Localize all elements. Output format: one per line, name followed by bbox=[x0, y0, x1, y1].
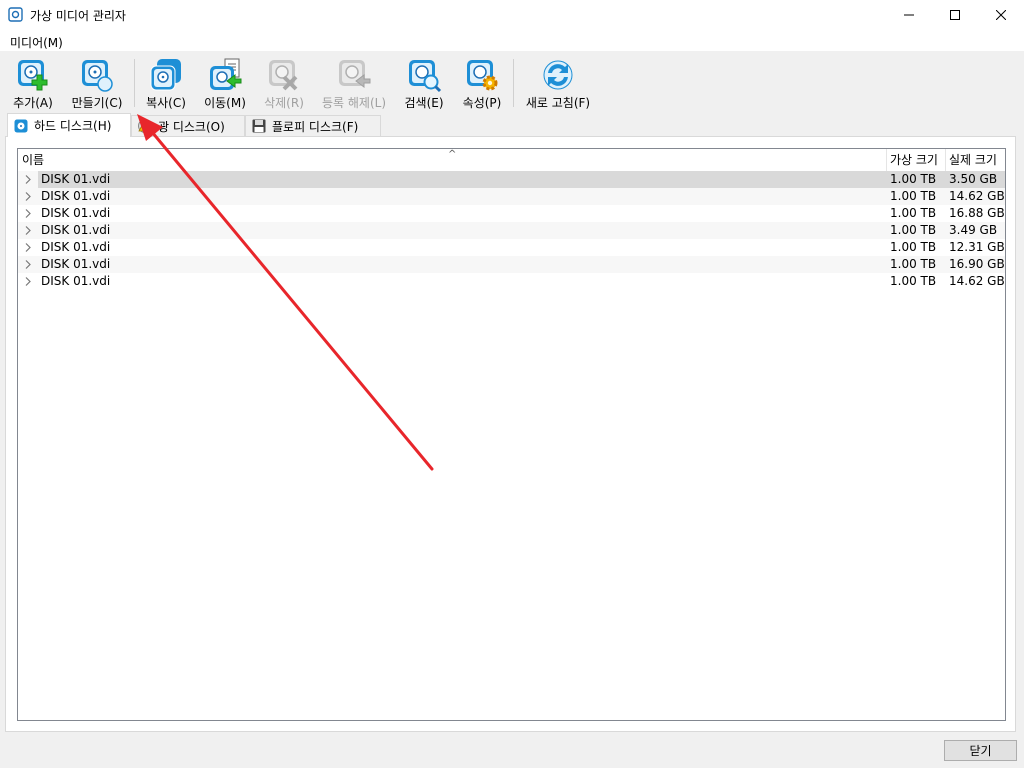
cell-name: DISK 01.vdi bbox=[41, 189, 111, 203]
release-button-label: 등록 해제(L) bbox=[321, 96, 387, 110]
cell-virtual-size: 1.00 TB bbox=[890, 223, 937, 237]
search-button-label: 검색(E) bbox=[404, 96, 444, 110]
toolbar-separator bbox=[134, 59, 135, 107]
cell-name: DISK 01.vdi bbox=[41, 240, 111, 254]
tab-strip: 하드 디스크(H) ! 광 디스크(O) 플로피 디스크(F) bbox=[0, 113, 1024, 137]
properties-button[interactable]: 속성(P) bbox=[458, 57, 506, 111]
disk-release-icon bbox=[339, 60, 371, 88]
properties-button-label: 속성(P) bbox=[462, 96, 502, 110]
create-button[interactable]: 만들기(C) bbox=[66, 57, 128, 111]
chevron-right-icon[interactable] bbox=[24, 225, 32, 236]
close-window-button[interactable] bbox=[978, 0, 1024, 30]
app-icon bbox=[8, 7, 23, 22]
move-button[interactable]: 이동(M) bbox=[200, 57, 250, 111]
cell-name: DISK 01.vdi bbox=[41, 206, 111, 220]
column-header-virtual-size[interactable]: 가상 크기 bbox=[886, 149, 945, 171]
table-row[interactable]: DISK 01.vdi 1.00 TB 3.49 GB bbox=[18, 222, 1005, 239]
disk-search-icon bbox=[409, 60, 442, 93]
chevron-right-icon[interactable] bbox=[24, 276, 32, 287]
move-button-label: 이동(M) bbox=[204, 96, 246, 110]
table-row[interactable]: DISK 01.vdi 1.00 TB 14.62 GB bbox=[18, 188, 1005, 205]
add-button-label: 추가(A) bbox=[13, 96, 53, 110]
optical-disk-icon: ! bbox=[138, 119, 152, 133]
cell-actual-size: 3.50 GB bbox=[945, 171, 1005, 188]
tab-optical-disk[interactable]: ! 광 디스크(O) bbox=[131, 115, 245, 136]
cell-virtual-size: 1.00 TB bbox=[890, 206, 937, 220]
table-row[interactable]: DISK 01.vdi 1.00 TB 14.62 GB bbox=[18, 273, 1005, 290]
hard-disk-icon bbox=[14, 119, 28, 132]
chevron-right-icon[interactable] bbox=[24, 191, 32, 202]
menu-media[interactable]: 미디어(M) bbox=[10, 34, 63, 51]
menu-bar: 미디어(M) bbox=[0, 30, 1024, 51]
media-tree-view[interactable]: 이름 ^ 가상 크기 실제 크기 DISK 01.vdi 1.00 TB 3.50 … bbox=[17, 148, 1006, 721]
cell-virtual-size: 1.00 TB bbox=[890, 189, 937, 203]
title-bar: 가상 미디어 관리자 bbox=[0, 0, 1024, 30]
cell-actual-size: 12.31 GB bbox=[949, 240, 1005, 254]
table-row[interactable]: DISK 01.vdi 1.00 TB 3.50 GB bbox=[18, 171, 1005, 188]
cell-actual-size: 3.49 GB bbox=[949, 223, 998, 237]
column-header-actual-size[interactable]: 실제 크기 bbox=[945, 149, 1005, 171]
cell-virtual-size: 1.00 TB bbox=[886, 171, 946, 188]
toolbar: 추가(A) 만들기(C) 복사(C) 이동(M) 삭제(R) 등록 해제(L) … bbox=[0, 51, 1024, 113]
refresh-button-label: 새로 고침(F) bbox=[525, 96, 591, 110]
table-row[interactable]: DISK 01.vdi 1.00 TB 16.88 GB bbox=[18, 205, 1005, 222]
close-icon bbox=[996, 10, 1006, 20]
maximize-button[interactable] bbox=[932, 0, 978, 30]
disk-move-icon bbox=[210, 58, 242, 90]
cell-actual-size: 16.88 GB bbox=[949, 206, 1005, 220]
close-button[interactable]: 닫기 bbox=[944, 740, 1017, 761]
chevron-right-icon[interactable] bbox=[24, 242, 32, 253]
sort-ascending-icon: ^ bbox=[448, 149, 457, 160]
svg-text:!: ! bbox=[144, 124, 147, 132]
remove-button-label: 삭제(R) bbox=[264, 96, 304, 110]
refresh-icon bbox=[543, 60, 573, 90]
toolbar-separator bbox=[513, 59, 514, 107]
cell-name: DISK 01.vdi bbox=[41, 223, 111, 237]
window-title: 가상 미디어 관리자 bbox=[30, 9, 126, 23]
cell-virtual-size: 1.00 TB bbox=[890, 240, 937, 254]
cell-name: DISK 01.vdi bbox=[38, 171, 888, 188]
tab-hard-disk-label: 하드 디스크(H) bbox=[34, 119, 112, 133]
chevron-right-icon[interactable] bbox=[24, 208, 32, 219]
release-button[interactable]: 등록 해제(L) bbox=[318, 57, 390, 111]
tab-optical-disk-label: 광 디스크(O) bbox=[158, 119, 225, 134]
tab-panel: 이름 ^ 가상 크기 실제 크기 DISK 01.vdi 1.00 TB 3.50 … bbox=[5, 136, 1016, 732]
cell-name: DISK 01.vdi bbox=[41, 257, 111, 271]
minimize-button[interactable] bbox=[886, 0, 932, 30]
tab-floppy-disk[interactable]: 플로피 디스크(F) bbox=[245, 115, 381, 136]
table-row[interactable]: DISK 01.vdi 1.00 TB 12.31 GB bbox=[18, 239, 1005, 256]
cell-actual-size: 14.62 GB bbox=[949, 274, 1005, 288]
copy-button-label: 복사(C) bbox=[146, 96, 186, 110]
cell-virtual-size: 1.00 TB bbox=[890, 257, 937, 271]
remove-button[interactable]: 삭제(R) bbox=[260, 57, 308, 111]
add-button[interactable]: 추가(A) bbox=[10, 57, 56, 111]
cell-actual-size: 16.90 GB bbox=[949, 257, 1005, 271]
table-header: 이름 ^ 가상 크기 실제 크기 bbox=[18, 149, 1005, 172]
copy-button[interactable]: 복사(C) bbox=[142, 57, 190, 111]
disk-properties-icon bbox=[467, 60, 498, 91]
chevron-right-icon[interactable] bbox=[24, 174, 32, 185]
maximize-icon bbox=[950, 10, 960, 20]
tab-hard-disk[interactable]: 하드 디스크(H) bbox=[7, 113, 131, 137]
refresh-button[interactable]: 새로 고침(F) bbox=[522, 57, 594, 111]
cell-virtual-size: 1.00 TB bbox=[890, 274, 937, 288]
minimize-icon bbox=[904, 14, 914, 16]
disk-add-icon bbox=[18, 60, 48, 91]
table-row[interactable]: DISK 01.vdi 1.00 TB 16.90 GB bbox=[18, 256, 1005, 273]
chevron-right-icon[interactable] bbox=[24, 259, 32, 270]
disk-remove-icon bbox=[269, 60, 298, 91]
disk-copy-icon bbox=[150, 59, 181, 91]
create-button-label: 만들기(C) bbox=[71, 96, 123, 110]
tab-floppy-disk-label: 플로피 디스크(F) bbox=[272, 119, 359, 134]
disk-create-icon bbox=[82, 60, 113, 92]
search-button[interactable]: 검색(E) bbox=[400, 57, 448, 111]
cell-actual-size: 14.62 GB bbox=[949, 189, 1005, 203]
cell-name: DISK 01.vdi bbox=[41, 274, 111, 288]
floppy-disk-icon bbox=[252, 119, 266, 133]
